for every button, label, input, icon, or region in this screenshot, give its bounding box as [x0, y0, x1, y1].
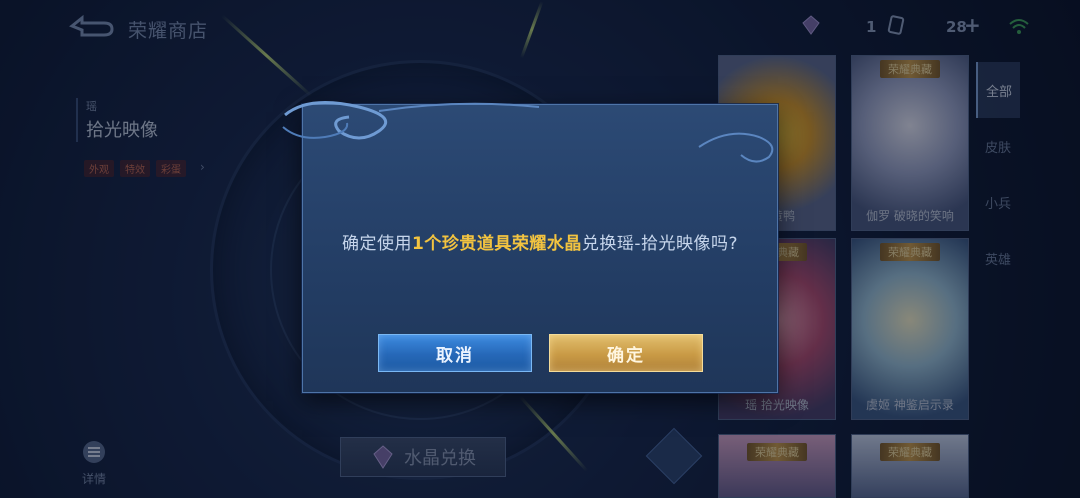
dialog-message: 确定使用1个珍贵道具荣耀水晶兑换瑶-拾光映像吗?	[303, 229, 777, 254]
cloud-swirl-decoration	[282, 101, 774, 163]
message-prefix: 确定使用	[341, 234, 412, 254]
cancel-button[interactable]: 取消	[378, 334, 532, 372]
message-highlight: 1个珍贵道具荣耀水晶	[411, 234, 582, 254]
confirm-button[interactable]: 确定	[549, 334, 703, 372]
confirm-dialog: 确定使用1个珍贵道具荣耀水晶兑换瑶-拾光映像吗? 取消 确定	[282, 101, 778, 393]
message-suffix: 兑换瑶-拾光映像吗?	[581, 234, 738, 254]
